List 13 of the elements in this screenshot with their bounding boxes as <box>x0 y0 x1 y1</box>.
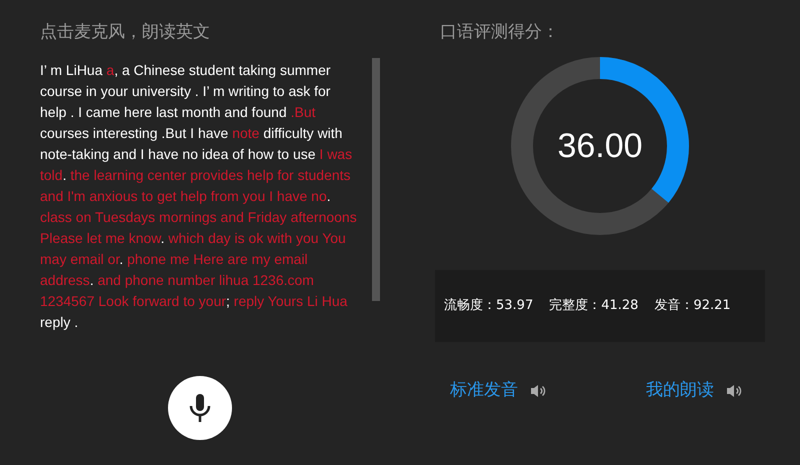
audio-link[interactable]: 我的朗读 <box>646 378 714 404</box>
scrollbar[interactable] <box>372 58 380 301</box>
score-title: 口语评测得分： <box>440 21 560 44</box>
audio-link[interactable]: 标准发音 <box>450 378 518 404</box>
passage-text: I’ m LiHua a, a Chinese student taking summer course in your university . I’ m writing to ask for help . I came here last month and found .But courses interesting .But I have note difficulty with note-taking and I have no idea of how to use I was told. the learning center provides help for students and I'm anxious to get help from you I have no. class on Tuesdays mornings and Friday afternoons Please let me know. which day is ok with you You may email or. phone me Here are my email address. and phone number lihua 1236.com 1234567 Look forward to your; reply Yours Li Hua reply . <box>40 61 358 332</box>
speaker-icon[interactable] <box>530 384 546 398</box>
microphone-icon <box>188 393 212 423</box>
metric-text: 完整度：41.28 <box>549 297 638 316</box>
speaker-icon[interactable] <box>726 384 742 398</box>
metric-text: 发音：92.21 <box>654 297 731 316</box>
metric-text: 流畅度：53.97 <box>444 297 534 316</box>
instruction-heading: 点击麦克风，朗读英文 <box>40 21 211 44</box>
score-value: 36.00 <box>557 126 643 166</box>
